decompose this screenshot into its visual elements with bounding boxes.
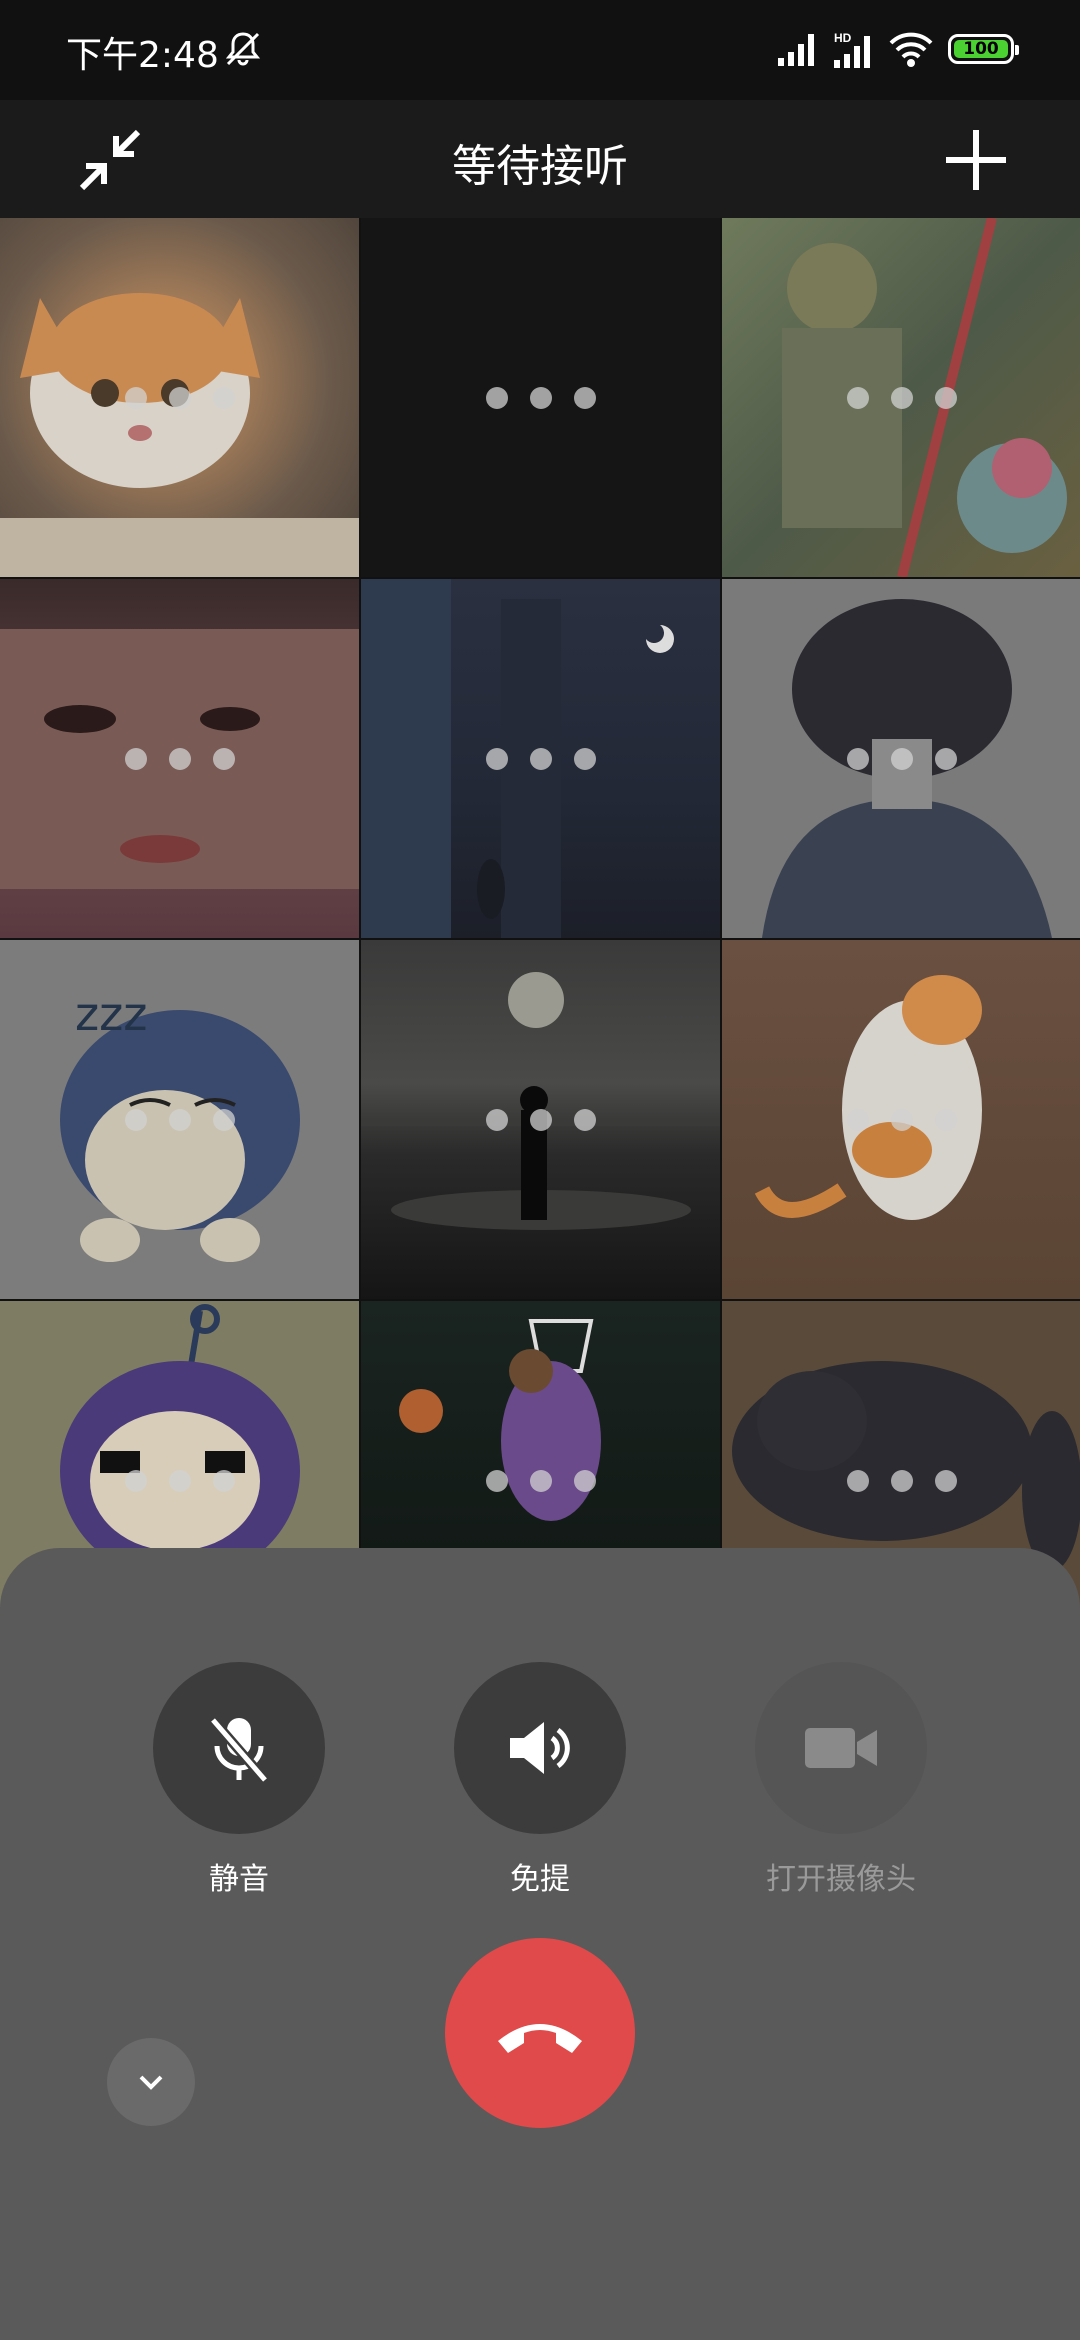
connecting-dots — [722, 386, 1080, 409]
connecting-dots — [361, 1108, 720, 1131]
mute-label: 静音 — [209, 1862, 269, 1897]
connecting-dots — [722, 1469, 1080, 1492]
participant-tile[interactable] — [0, 218, 359, 577]
participant-tile[interactable] — [361, 579, 720, 938]
connecting-dots — [0, 1108, 359, 1131]
connecting-dots — [722, 1108, 1080, 1131]
connecting-dots — [722, 747, 1080, 770]
speaker-button[interactable] — [454, 1662, 626, 1834]
speaker-control[interactable]: 免提 — [453, 1662, 627, 1898]
wifi-icon — [888, 30, 934, 72]
participant-tile[interactable] — [361, 940, 720, 1299]
page-title: 等待接听 — [452, 141, 628, 192]
speaker-icon — [510, 1722, 570, 1774]
participant-tile[interactable] — [361, 218, 720, 577]
svg-text:HD: HD — [834, 31, 852, 45]
connecting-dots — [0, 1469, 359, 1492]
participant-tile[interactable]: zzz — [0, 940, 359, 1299]
video-camera-icon — [805, 1728, 877, 1768]
status-time: 下午2:48 — [66, 35, 219, 76]
collapse-button[interactable] — [107, 2038, 195, 2126]
connecting-dots — [361, 386, 720, 409]
cell-signal-hd-icon: HD — [832, 30, 882, 74]
call-header: 等待接听 — [0, 100, 1080, 218]
mic-off-icon — [209, 1716, 269, 1784]
battery-level: 100 — [954, 40, 1008, 58]
cell-signal-icon — [776, 30, 820, 72]
participant-tile[interactable] — [722, 218, 1080, 577]
add-participant-icon[interactable] — [938, 122, 1014, 198]
speaker-label: 免提 — [510, 1862, 570, 1897]
mute-button[interactable] — [153, 1662, 325, 1834]
phone-hangup-icon — [498, 2024, 582, 2053]
mute-control[interactable]: 静音 — [152, 1662, 326, 1898]
participant-tile[interactable] — [0, 579, 359, 938]
camera-button[interactable] — [755, 1662, 927, 1834]
silent-bell-icon — [224, 30, 262, 72]
status-bar: 下午2:48 HD 100 — [0, 0, 1080, 100]
participant-tile[interactable] — [722, 579, 1080, 938]
call-controls-panel: 静音 免提 打开摄像头 — [0, 1548, 1080, 2340]
participant-tile[interactable] — [722, 940, 1080, 1299]
connecting-dots — [361, 747, 720, 770]
camera-control[interactable]: 打开摄像头 — [754, 1662, 928, 1898]
connecting-dots — [0, 386, 359, 409]
svg-text:zzz: zzz — [75, 987, 147, 1041]
participant-grid: zzz — [0, 218, 1080, 1660]
chevron-down-icon — [139, 2075, 163, 2090]
camera-label: 打开摄像头 — [766, 1862, 916, 1897]
connecting-dots — [361, 1469, 720, 1492]
hang-up-button[interactable] — [445, 1938, 635, 2128]
battery-icon: 100 — [948, 34, 1019, 64]
connecting-dots — [0, 747, 359, 770]
